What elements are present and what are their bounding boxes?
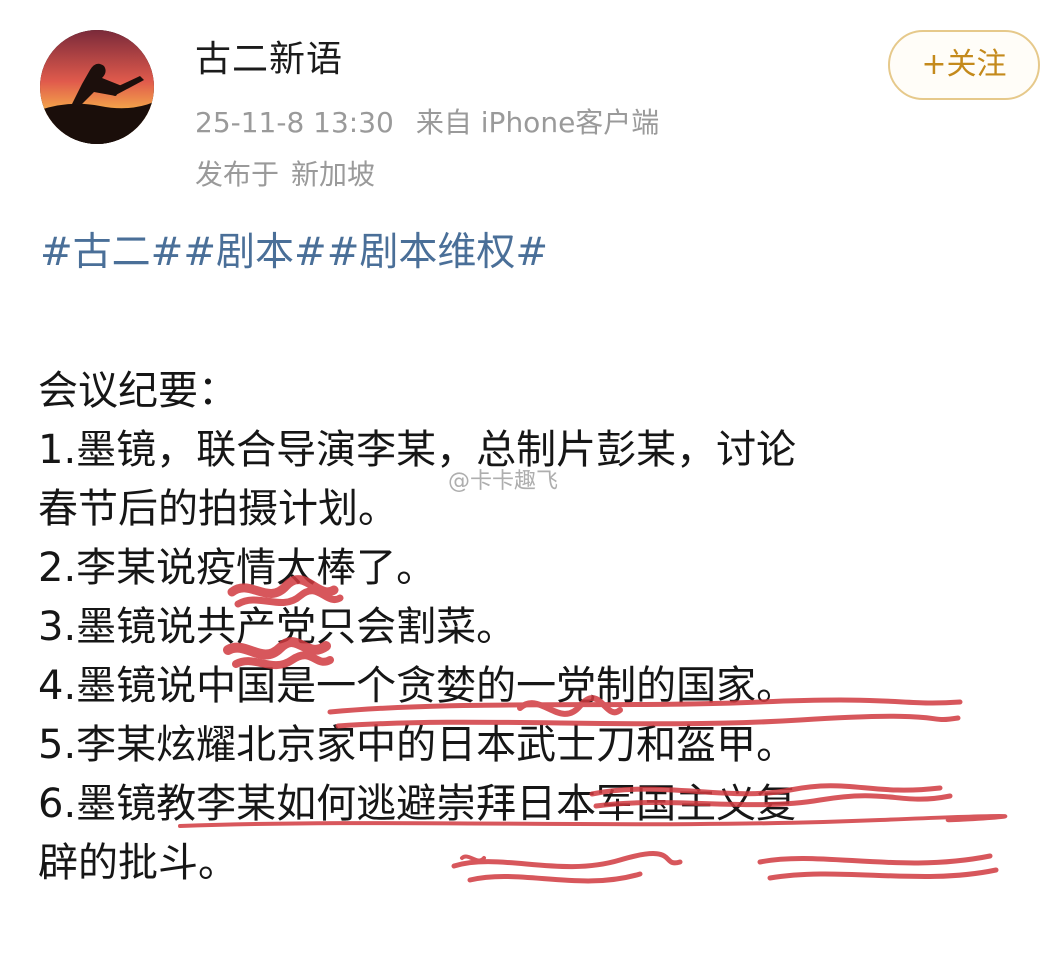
watermark-text: @卡卡趣飞	[448, 469, 559, 494]
post-datetime: 25-11-8 13:30	[195, 106, 394, 139]
post-source[interactable]: 来自 iPhone客户端	[416, 106, 659, 139]
content-line: 4.墨镜说中国是一个贪婪的一党制的国家。	[38, 663, 797, 709]
avatar[interactable]	[40, 30, 154, 144]
post-meta: 25-11-8 13:30 来自 iPhone客户端	[195, 106, 659, 140]
content-line: 3.墨镜说共产党只会割菜。	[38, 604, 517, 650]
author-name[interactable]: 古二新语	[195, 38, 343, 82]
avatar-image	[40, 30, 154, 144]
follow-button[interactable]: +关注	[888, 30, 1040, 100]
content-line: 2.李某说疫情太棒了。	[38, 545, 437, 591]
location-label: 发布于	[195, 158, 280, 191]
post-location: 发布于 新加坡	[195, 158, 375, 192]
post-content: 会议纪要： 1.墨镜，联合导演李某，总制片彭某，讨论 春节后的拍摄计划。 2.李…	[38, 362, 1028, 893]
content-line: 5.李某炫耀北京家中的日本武士刀和盔甲。	[38, 722, 797, 768]
content-line: 会议纪要：	[38, 368, 238, 414]
content-line: 辟的批斗。	[38, 840, 238, 886]
location-value: 新加坡	[291, 158, 376, 191]
hashtag-links[interactable]: #古二##剧本##剧本维权#	[40, 228, 548, 278]
content-line: 6.墨镜教李某如何逃避崇拜日本军国主义复	[38, 781, 797, 827]
